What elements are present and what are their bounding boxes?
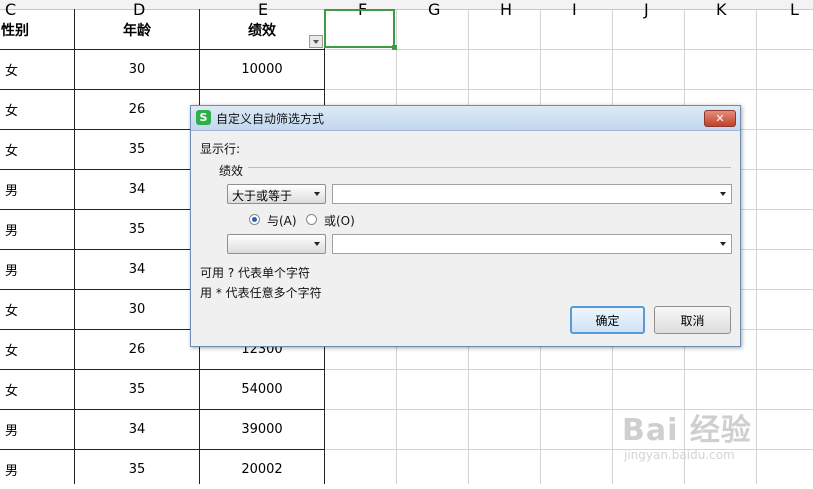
- cell-gender[interactable]: 女: [5, 130, 45, 169]
- cell-age[interactable]: 30: [75, 290, 199, 329]
- field-name-label: 绩效: [219, 164, 244, 178]
- cell-gender[interactable]: 女: [5, 50, 45, 89]
- gridline: [324, 449, 813, 450]
- column-letter-f[interactable]: F: [358, 0, 367, 19]
- fill-handle[interactable]: [392, 45, 397, 50]
- ok-button[interactable]: 确定: [570, 306, 645, 334]
- column-letter-h[interactable]: H: [500, 0, 512, 19]
- cell-gender[interactable]: 女: [5, 90, 45, 129]
- dialog-titlebar[interactable]: S 自定义自动筛选方式 ✕: [191, 106, 740, 131]
- column-letter-j[interactable]: J: [644, 0, 649, 19]
- cell-age[interactable]: 30: [75, 50, 199, 89]
- condition1-value-combobox[interactable]: [332, 184, 732, 204]
- selected-cell[interactable]: [324, 9, 395, 48]
- gridline: [324, 369, 813, 370]
- cell-age[interactable]: 35: [75, 210, 199, 249]
- gridline: [756, 10, 757, 484]
- column-letter-e[interactable]: E: [258, 0, 268, 19]
- custom-autofilter-dialog: S 自定义自动筛选方式 ✕ 显示行: 绩效 大于或等于 与(A) 或(O) 可用…: [190, 105, 741, 347]
- cell-gender[interactable]: 女: [5, 370, 45, 409]
- cell-gender[interactable]: 女: [5, 290, 45, 329]
- condition1-operator-value: 大于或等于: [232, 189, 293, 203]
- condition2-value-combobox[interactable]: [332, 234, 732, 254]
- column-letter-l[interactable]: L: [790, 0, 799, 19]
- cell-gender[interactable]: 男: [5, 410, 45, 449]
- cell-age[interactable]: 34: [75, 170, 199, 209]
- cell-gender[interactable]: 男: [5, 170, 45, 209]
- cell-gender[interactable]: 男: [5, 450, 45, 489]
- column-letter-d[interactable]: D: [133, 0, 145, 19]
- show-rows-label: 显示行:: [200, 142, 241, 156]
- dialog-title: 自定义自动筛选方式: [216, 112, 325, 126]
- cell-age[interactable]: 35: [75, 450, 199, 489]
- column-letter-k[interactable]: K: [716, 0, 727, 19]
- chevron-down-icon: [314, 192, 320, 196]
- or-radio-label[interactable]: 或(O): [324, 212, 355, 229]
- chevron-down-icon: [720, 242, 726, 246]
- or-radio[interactable]: [306, 214, 317, 225]
- header-score[interactable]: 绩效: [200, 10, 324, 49]
- cell-gender[interactable]: 男: [5, 250, 45, 289]
- hint-multi-char: 用 * 代表任意多个字符: [200, 286, 322, 300]
- cell-age[interactable]: 26: [75, 330, 199, 369]
- gridline: [324, 89, 813, 90]
- header-age[interactable]: 年龄: [75, 10, 199, 49]
- cell-score[interactable]: 54000: [200, 370, 324, 409]
- cell-gender[interactable]: 男: [5, 210, 45, 249]
- cell-age[interactable]: 34: [75, 410, 199, 449]
- watermark-url: jingyan.baidu.com: [624, 448, 735, 462]
- header-gender[interactable]: 性别: [0, 10, 30, 49]
- column-letter-i[interactable]: I: [572, 0, 577, 19]
- condition2-operator-select[interactable]: [227, 234, 326, 254]
- cell-score[interactable]: 39000: [200, 410, 324, 449]
- and-radio[interactable]: [249, 214, 260, 225]
- cell-age[interactable]: 35: [75, 130, 199, 169]
- column-letter-g[interactable]: G: [428, 0, 440, 19]
- watermark-logo: Bai 经验: [622, 413, 752, 448]
- cell-score[interactable]: 10000: [200, 50, 324, 89]
- filter-dropdown-icon[interactable]: [309, 35, 323, 48]
- wps-app-icon: S: [196, 110, 211, 125]
- close-button[interactable]: ✕: [704, 110, 736, 127]
- column-letter-c[interactable]: C: [5, 0, 16, 19]
- cancel-button[interactable]: 取消: [654, 306, 731, 334]
- hint-single-char: 可用 ? 代表单个字符: [200, 266, 310, 280]
- cell-age[interactable]: 26: [75, 90, 199, 129]
- chevron-down-icon: [314, 242, 320, 246]
- cell-score[interactable]: 20002: [200, 450, 324, 489]
- gridline: [324, 49, 813, 50]
- cell-gender[interactable]: 女: [5, 330, 45, 369]
- chevron-down-icon: [720, 192, 726, 196]
- cell-age[interactable]: 35: [75, 370, 199, 409]
- cell-age[interactable]: 34: [75, 250, 199, 289]
- group-divider: [248, 167, 731, 168]
- and-radio-label[interactable]: 与(A): [267, 212, 297, 229]
- condition1-operator-select[interactable]: 大于或等于: [227, 184, 326, 204]
- column-header-bar: [0, 0, 813, 10]
